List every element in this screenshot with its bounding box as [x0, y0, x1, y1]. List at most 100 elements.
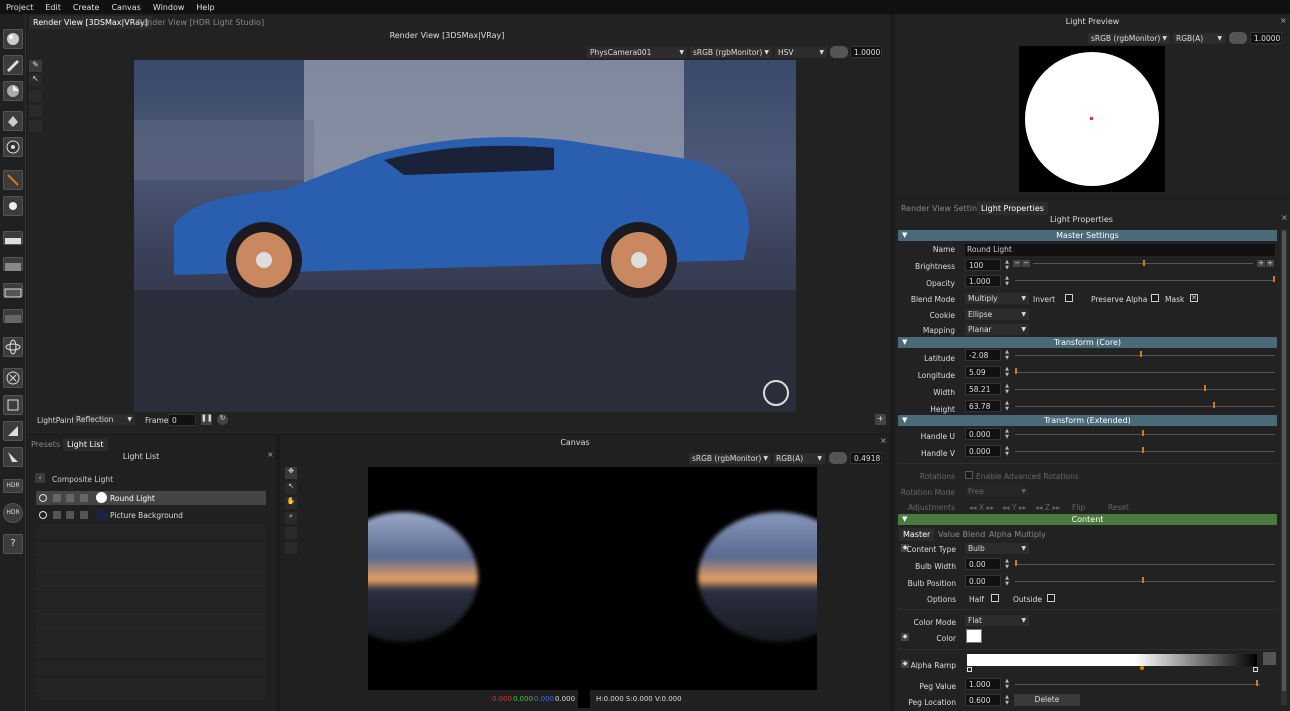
- adjust-x-button[interactable]: ◂◂ X ▸▸: [969, 503, 994, 512]
- mask-checkbox[interactable]: ✕: [1190, 294, 1198, 302]
- longitude-field[interactable]: 5.09: [965, 366, 1001, 378]
- preview-colorspace-select[interactable]: sRGB (rgbMonitor) ▼: [1088, 33, 1170, 44]
- spinner-icon[interactable]: ▲ ▼: [1003, 259, 1011, 271]
- outside-checkbox[interactable]: [1047, 594, 1055, 602]
- curve-editor-icon[interactable]: [1263, 652, 1276, 665]
- image-button[interactable]: [3, 283, 23, 298]
- list-item[interactable]: Picture Background: [36, 508, 266, 522]
- handle-u-field[interactable]: 0.000: [965, 428, 1001, 440]
- adjust-z-button[interactable]: ◂◂ Z ▸▸: [1035, 503, 1060, 512]
- peg-value-field[interactable]: 1.000: [965, 678, 1001, 690]
- tab-light-properties[interactable]: Light Properties: [977, 202, 1048, 215]
- latitude-slider[interactable]: [1015, 355, 1275, 356]
- rotation-mode-select[interactable]: Free ▼: [965, 486, 1029, 497]
- fit-tool-icon[interactable]: [285, 527, 297, 539]
- preview-channel-select[interactable]: RGB(A) ▼: [1173, 33, 1225, 44]
- menu-canvas[interactable]: Canvas: [105, 3, 146, 12]
- hdr-circle-button[interactable]: HDR: [3, 503, 23, 523]
- menu-help[interactable]: Help: [190, 3, 220, 12]
- spinner-icon[interactable]: ▲ ▼: [1003, 575, 1011, 587]
- expand-icon[interactable]: +: [875, 414, 886, 425]
- width-field[interactable]: 58.21: [965, 383, 1001, 395]
- pointer-tool-icon[interactable]: ↖: [29, 74, 42, 86]
- tab-master[interactable]: Master: [899, 528, 935, 541]
- lock-icon[interactable]: [66, 511, 74, 519]
- brightness-field[interactable]: 100: [965, 259, 1001, 271]
- peg-value-slider[interactable]: [1015, 684, 1260, 685]
- mask-icon[interactable]: [80, 511, 88, 519]
- menu-project[interactable]: Project: [0, 3, 39, 12]
- paint-brush-button[interactable]: [3, 55, 23, 75]
- area-light-button[interactable]: [3, 231, 23, 245]
- close-icon[interactable]: ×: [880, 436, 887, 445]
- tab-presets[interactable]: Presets: [27, 438, 64, 451]
- minus-icon[interactable]: −: [1013, 260, 1021, 267]
- handle-v-slider[interactable]: [1015, 451, 1275, 452]
- content-type-select[interactable]: Bulb ▼: [965, 543, 1029, 554]
- sphere-button[interactable]: [3, 137, 23, 157]
- color-swatch[interactable]: [966, 629, 982, 643]
- ramp-peg-icon[interactable]: [1253, 667, 1258, 672]
- spinner-icon[interactable]: ▲ ▼: [1003, 678, 1011, 690]
- peg-value-slider-knob[interactable]: [1256, 680, 1258, 686]
- light-ball-button[interactable]: [3, 29, 23, 49]
- spinner-icon[interactable]: ▲ ▼: [1003, 428, 1011, 440]
- tool-slot[interactable]: [29, 105, 42, 117]
- arrow-diag-button[interactable]: [3, 447, 23, 467]
- colorspace-select[interactable]: sRGB (rgbMonitor) ▼: [690, 47, 772, 58]
- pause-icon[interactable]: ❚❚: [201, 414, 213, 425]
- master-settings-header[interactable]: ▼ Master Settings: [898, 230, 1277, 241]
- back-icon[interactable]: ‹: [35, 473, 45, 483]
- bulb-position-slider[interactable]: [1015, 581, 1275, 582]
- alpha-ramp-gradient[interactable]: [967, 654, 1257, 666]
- preserve-alpha-checkbox[interactable]: [1151, 294, 1159, 302]
- color-mode-select[interactable]: Flat ▼: [965, 615, 1029, 626]
- ramp-peg-icon[interactable]: [967, 667, 972, 672]
- tab-value-blend[interactable]: Value Blend: [934, 528, 989, 541]
- flip-button[interactable]: Flip: [1072, 503, 1085, 512]
- invert-checkbox[interactable]: [1065, 294, 1073, 302]
- hdr-button[interactable]: HDR: [3, 479, 23, 493]
- canvas-exposure-field[interactable]: 0.4918: [850, 452, 882, 464]
- peg-location-field[interactable]: 0.600: [965, 694, 1001, 706]
- tool-slot[interactable]: [29, 90, 42, 102]
- light-preview-image[interactable]: [1019, 46, 1165, 192]
- spinner-icon[interactable]: ▲ ▼: [1003, 383, 1011, 395]
- solo-icon[interactable]: [53, 494, 61, 502]
- zoom-tool-icon[interactable]: ⌕: [285, 512, 297, 524]
- paint-bucket-button[interactable]: [3, 111, 23, 131]
- picture-button[interactable]: [3, 309, 23, 323]
- menu-window[interactable]: Window: [147, 3, 191, 12]
- height-slider-knob[interactable]: [1213, 402, 1215, 408]
- bulb-position-field[interactable]: 0.00: [965, 575, 1001, 587]
- bulb-position-slider-knob[interactable]: [1142, 577, 1144, 583]
- lightpaint-mode-select[interactable]: Reflection ▼: [73, 414, 135, 425]
- handle-v-field[interactable]: 0.000: [965, 445, 1001, 457]
- spinner-icon[interactable]: ▲ ▼: [1003, 694, 1011, 706]
- height-slider[interactable]: [1015, 406, 1275, 407]
- channel-select[interactable]: HSV ▼: [775, 47, 827, 58]
- handle-u-slider-knob[interactable]: [1142, 430, 1144, 436]
- blend-mode-select[interactable]: Multiply ▼: [965, 293, 1029, 304]
- frame-tool-icon[interactable]: [285, 542, 297, 554]
- tab-render-view-hdr[interactable]: Render View [HDR Light Studio]: [133, 16, 268, 29]
- canvas-image[interactable]: [368, 467, 817, 690]
- render-image[interactable]: [134, 60, 796, 412]
- preview-exposure-field[interactable]: 1.0000: [1250, 32, 1282, 44]
- gradient-button[interactable]: [3, 257, 23, 271]
- enable-advanced-rotations-checkbox[interactable]: [965, 471, 973, 479]
- spinner-icon[interactable]: ▲ ▼: [1003, 558, 1011, 570]
- brightness-slider-knob[interactable]: [1143, 260, 1145, 266]
- width-slider-knob[interactable]: [1204, 385, 1206, 391]
- hand-tool-icon[interactable]: ✋: [285, 497, 297, 509]
- tool-slot[interactable]: [29, 120, 42, 132]
- latitude-field[interactable]: -2.08: [965, 349, 1001, 361]
- x-circle-button[interactable]: [3, 368, 23, 388]
- camera-select[interactable]: PhysCamera001 ▼: [587, 47, 687, 58]
- canvas-colorspace-select[interactable]: sRGB (rgbMonitor) ▼: [689, 453, 771, 464]
- opacity-field[interactable]: 1.000: [965, 275, 1001, 287]
- sun-button[interactable]: [3, 196, 23, 216]
- close-icon[interactable]: ×: [267, 450, 274, 459]
- menu-edit[interactable]: Edit: [39, 3, 67, 12]
- adjust-y-button[interactable]: ◂◂ Y ▸▸: [1002, 503, 1026, 512]
